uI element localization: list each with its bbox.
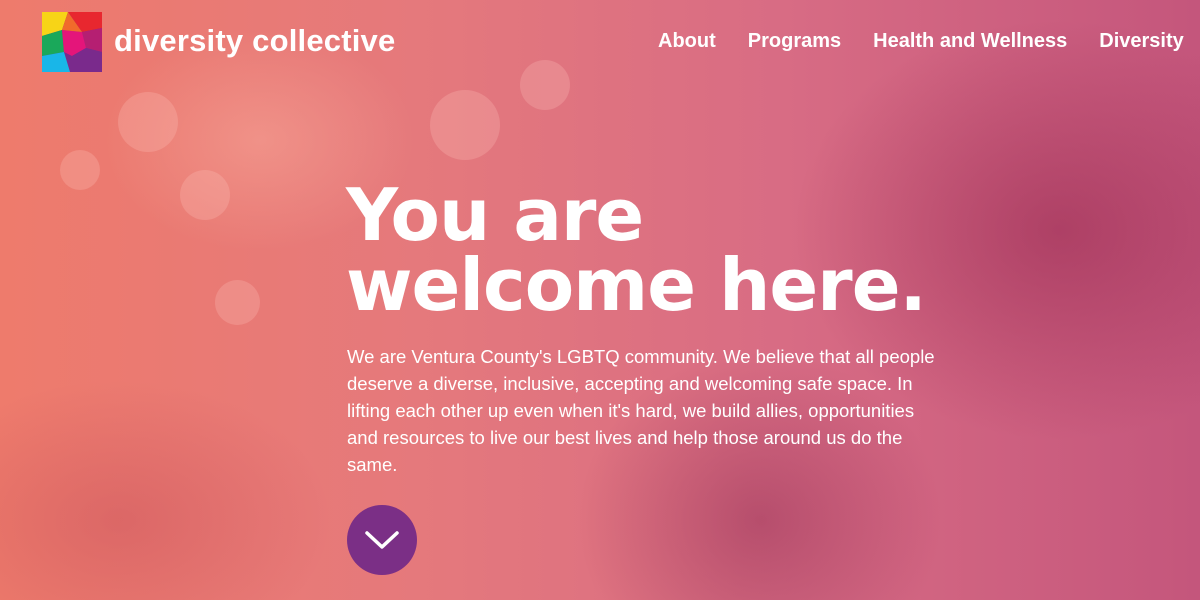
main-nav: About Programs Health and Wellness Diver…	[658, 30, 1200, 53]
site-logo[interactable]: diversity collective	[42, 12, 395, 72]
hero-headline: You are welcome here.	[346, 173, 927, 327]
nav-diversity[interactable]: Diversity	[1099, 30, 1184, 53]
chevron-down-icon	[365, 531, 399, 549]
nav-about[interactable]: About	[658, 30, 716, 53]
brand-name: diversity collective	[114, 23, 396, 58]
headline-line-2: welcome here.	[346, 243, 927, 327]
logo-icon	[42, 12, 102, 72]
scroll-down-button[interactable]	[347, 505, 417, 575]
nav-programs[interactable]: Programs	[748, 30, 841, 53]
hero-intro-text: We are Ventura County's LGBTQ community.…	[347, 346, 935, 475]
headline-line-1: You are	[346, 173, 644, 257]
nav-health-and-wellness[interactable]: Health and Wellness	[873, 30, 1067, 53]
